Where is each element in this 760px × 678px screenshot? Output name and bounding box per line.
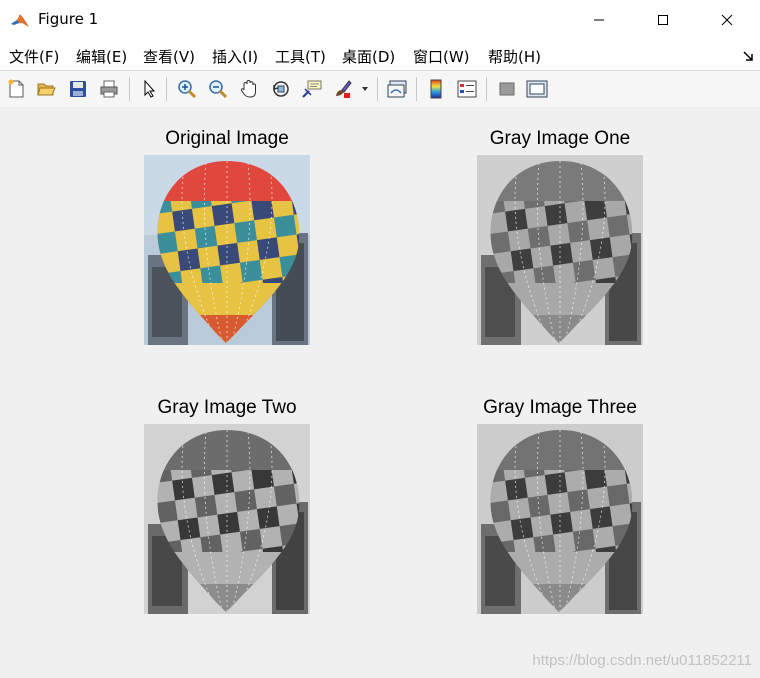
zoom-in-button[interactable] xyxy=(176,78,198,100)
menu-bar: 文件(F) 编辑(E) 查看(V) 插入(I) 工具(T) 桌面(D) 窗口(W… xyxy=(0,40,760,70)
zoom-out-button[interactable] xyxy=(207,78,229,100)
axis-title-original: Original Image xyxy=(165,128,289,149)
menu-desktop[interactable]: 桌面(D) xyxy=(342,46,395,67)
minimize-icon xyxy=(594,19,604,21)
menu-edit[interactable]: 编辑(E) xyxy=(76,46,127,67)
figure-toolbar xyxy=(0,70,760,108)
colorbar-icon xyxy=(430,79,442,99)
zoom-out-icon xyxy=(209,80,228,99)
dock-arrow-icon[interactable] xyxy=(742,50,754,62)
minimize-button[interactable] xyxy=(576,0,622,40)
rotate-3d-button[interactable] xyxy=(270,78,292,100)
save-icon xyxy=(70,81,86,97)
brush-dropdown-button[interactable] xyxy=(360,78,370,100)
brush-icon xyxy=(336,80,352,98)
print-icon xyxy=(100,80,118,98)
legend-icon xyxy=(457,80,477,98)
hide-plot-tools-icon xyxy=(499,82,515,96)
menu-view[interactable]: 查看(V) xyxy=(143,46,195,67)
show-plot-tools-icon xyxy=(526,80,548,98)
rotate-3d-icon xyxy=(273,81,289,97)
close-button[interactable] xyxy=(704,0,750,40)
legend-button[interactable] xyxy=(456,78,478,100)
gray-image-one xyxy=(477,155,643,345)
original-image xyxy=(144,155,310,345)
print-button[interactable] xyxy=(98,78,120,100)
maximize-button[interactable] xyxy=(640,0,686,40)
menu-window[interactable]: 窗口(W) xyxy=(413,46,470,67)
link-plot-button[interactable] xyxy=(386,78,408,100)
menu-file[interactable]: 文件(F) xyxy=(9,46,59,67)
matlab-logo-icon xyxy=(10,10,30,30)
select-arrow-icon xyxy=(144,79,156,98)
data-cursor-button[interactable] xyxy=(301,78,323,100)
window-title: Figure 1 xyxy=(38,10,99,28)
gray-image-three xyxy=(477,424,643,614)
pan-hand-icon xyxy=(240,79,256,98)
maximize-icon xyxy=(658,15,668,25)
hide-plot-tools-button[interactable] xyxy=(496,78,518,100)
link-plot-icon xyxy=(387,80,407,98)
new-figure-button[interactable] xyxy=(5,78,27,100)
figure-canvas: Original Image Gray Image One Gray Image… xyxy=(0,107,760,678)
pan-button[interactable] xyxy=(238,78,260,100)
menu-help[interactable]: 帮助(H) xyxy=(488,46,541,67)
watermark-url: https://blog.csdn.net/u011852211 xyxy=(532,652,752,669)
axis-title-gray-two: Gray Image Two xyxy=(157,397,297,418)
menu-tools[interactable]: 工具(T) xyxy=(275,46,326,67)
data-cursor-icon xyxy=(302,80,322,98)
gray-image-two xyxy=(144,424,310,614)
zoom-in-icon xyxy=(178,80,197,99)
title-bar: Figure 1 xyxy=(0,0,760,41)
open-file-icon xyxy=(37,83,56,96)
brush-button[interactable] xyxy=(332,78,354,100)
show-plot-tools-button[interactable] xyxy=(526,78,548,100)
brush-dropdown-icon xyxy=(362,87,368,91)
colorbar-button[interactable] xyxy=(425,78,447,100)
close-icon xyxy=(721,14,733,26)
select-button[interactable] xyxy=(139,78,161,100)
axis-title-gray-one: Gray Image One xyxy=(489,128,631,149)
axis-title-gray-three: Gray Image Three xyxy=(483,397,637,418)
new-figure-icon xyxy=(8,79,24,98)
save-button[interactable] xyxy=(67,78,89,100)
open-file-button[interactable] xyxy=(35,78,57,100)
menu-insert[interactable]: 插入(I) xyxy=(212,46,258,67)
